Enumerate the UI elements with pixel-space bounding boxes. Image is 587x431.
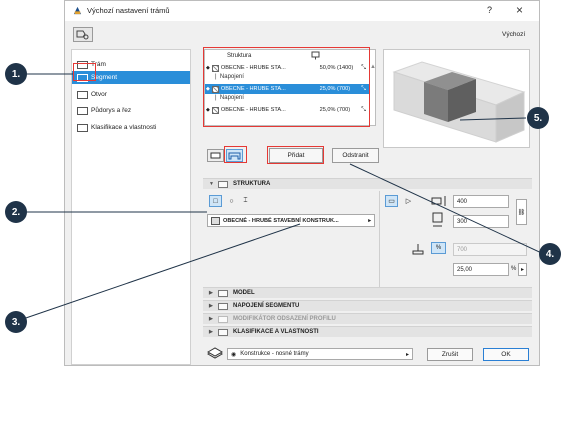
callout-lines: [19, 73, 549, 321]
callout-3: 3.: [5, 311, 27, 333]
callout-2: 2.: [5, 201, 27, 223]
callout-5: 5.: [527, 107, 549, 129]
callout-4: 4.: [539, 243, 561, 265]
callout-1: 1.: [5, 63, 27, 85]
